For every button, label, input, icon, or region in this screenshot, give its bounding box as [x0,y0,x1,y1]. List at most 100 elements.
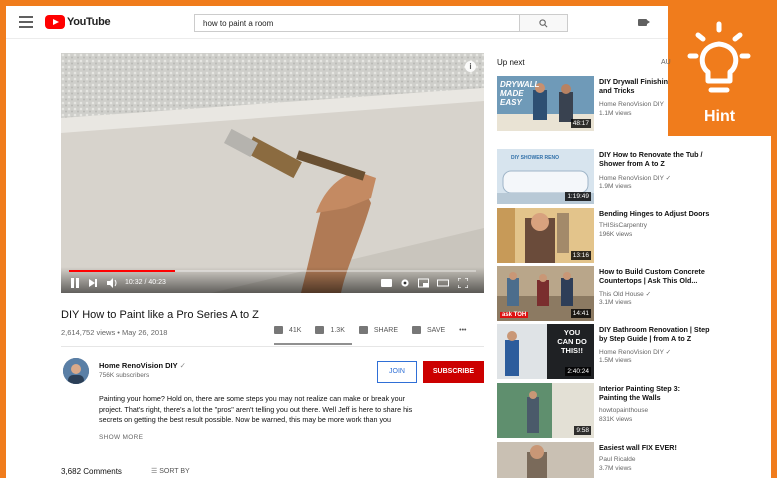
show-more-button[interactable]: SHOW MORE [99,434,143,441]
recommended-views: 3.1M views [599,299,632,306]
video-thumbnail[interactable]: 13:16 [497,208,594,263]
video-thumbnail[interactable]: 9:58 [497,383,594,438]
recommended-channel: THISisCarpentry [599,222,648,229]
search-button[interactable] [520,14,568,32]
save-button[interactable]: SAVE [412,326,445,334]
sort-by-button[interactable]: ☰ SORT BY [151,467,190,475]
description-line: Painting your home? Hold on, there are s… [99,394,406,403]
title-line: Countertops | Ask This Old... [599,276,698,285]
progress-bar[interactable] [69,270,476,272]
recommended-video[interactable]: 9:58 Interior Painting Step 3: Painting t… [497,383,767,441]
recommended-channel: Paul Ricalde [599,456,636,463]
title-line: Shower from A to Z [599,159,665,168]
theater-mode-icon[interactable] [437,278,449,288]
channel-name[interactable]: Home RenoVision DIY ✓ [99,361,186,370]
video-duration: 1:19:49 [565,192,591,201]
recommended-title[interactable]: Bending Hinges to Adjust Doors [599,209,719,218]
title-line: Bending Hinges to Adjust Doors [599,209,710,218]
dislike-button[interactable]: 1.3K [315,326,345,334]
menu-icon[interactable] [19,16,33,28]
recommended-video[interactable]: ask TOH 14:41 How to Build Custom Concre… [497,266,767,324]
verified-icon: ✓ [179,361,186,370]
miniplayer-icon[interactable] [418,278,429,288]
recommended-title[interactable]: DIY Drywall Finishin and Tricks [599,77,719,95]
title-line: DIY Drywall Finishin [599,77,668,86]
youtube-logo[interactable]: YouTube [45,15,111,29]
search-icon [539,19,548,28]
recommended-video[interactable]: DIY SHOWER RENO 1:19:49 DIY How to Renov… [497,149,767,207]
share-button[interactable]: SHARE [358,326,398,334]
recommended-views: 1.1M views [599,110,632,117]
gear-icon[interactable] [400,278,410,288]
video-duration: 2:40:24 [565,367,591,376]
thumbnail-text: CAN DO [557,337,587,346]
thumbnail-text: YOU [563,328,581,337]
thumbnail-text: THIS!! [560,346,584,355]
next-icon[interactable] [89,278,98,288]
video-thumbnail[interactable]: DRYWALL MADE EASY 48:17 [497,76,594,131]
share-icon [358,326,368,334]
video-thumbnail[interactable]: YOU CAN DO THIS!! 2:40:24 [497,324,594,379]
captions-icon[interactable] [381,278,392,288]
join-button[interactable]: JOIN [377,361,417,383]
recommended-title[interactable]: Easiest wall FIX EVER! [599,443,719,452]
video-thumbnail[interactable] [497,442,594,478]
video-title: DIY How to Paint like a Pro Series A to … [61,309,259,321]
video-thumbnail[interactable]: DIY SHOWER RENO 1:19:49 [497,149,594,204]
video-thumbnail[interactable]: ask TOH 14:41 [497,266,594,321]
video-duration: 48:17 [570,119,591,128]
title-line: DIY How to Renovate the Tub / [599,150,703,159]
recommended-title[interactable]: Interior Painting Step 3: Painting the Wa… [599,384,719,402]
sort-icon: ☰ [151,468,160,475]
title-line: Easiest wall FIX EVER! [599,443,677,452]
recommended-video[interactable]: 13:16 Bending Hinges to Adjust Doors THI… [497,208,767,266]
recommended-views: 3.7M views [599,465,632,472]
thumbnail-text: MADE [500,89,524,98]
recommended-video[interactable]: DRYWALL MADE EASY 48:17 DIY Drywall Fini… [497,76,767,134]
video-duration: 9:58 [574,426,591,435]
divider [61,346,484,347]
fullscreen-icon[interactable] [458,278,468,288]
thumbnail-text: EASY [500,98,522,107]
recommended-video[interactable]: YOU CAN DO THIS!! 2:40:24 DIY Bathroom R… [497,324,767,382]
thumbnail-text: DIY SHOWER RENO [511,155,559,161]
title-line: Painting the Walls [599,393,661,402]
description-line: project. That's right, there's a lot the… [99,404,413,414]
recommended-channel: Home RenoVision DIY [599,101,664,108]
description-line: secrets on getting the best result possi… [99,415,392,424]
video-player[interactable]: i 10:32 / 40:23 [61,53,484,293]
channel-avatar[interactable] [63,358,89,384]
recommended-video[interactable]: Easiest wall FIX EVER! Paul Ricalde 3.7M… [497,442,767,478]
recommended-title[interactable]: DIY How to Renovate the Tub / Shower from… [599,150,719,168]
share-label: SHARE [373,326,398,334]
recommended-views: 831K views [599,416,633,423]
title-line: How to Build Custom Concrete [599,267,705,276]
recommended-title[interactable]: How to Build Custom Concrete Countertops … [599,267,719,285]
recommended-channel: Home RenoVision DIY ✓ [599,175,672,182]
video-frame [61,53,484,293]
pause-icon[interactable] [71,278,80,288]
volume-icon[interactable] [107,278,118,288]
player-controls: 10:32 / 40:23 [61,267,484,293]
youtube-page: YouTube how to paint a room Hint i 10:32… [6,6,771,478]
logo-text: YouTube [67,16,111,28]
title-line: and Tricks [599,86,635,95]
like-button[interactable]: 41K [274,326,301,334]
video-meta: 2,614,752 views • May 26, 2018 [61,328,168,337]
more-actions-button[interactable]: ••• [459,327,466,334]
recommended-title[interactable]: DIY Bathroom Renovation | Step by Step Gu… [599,325,719,343]
top-bar: YouTube how to paint a room [6,6,771,39]
youtube-play-icon [45,15,65,29]
recommended-views: 1.5M views [599,357,632,364]
video-duration: 14:41 [570,309,591,318]
search-input[interactable]: how to paint a room [194,14,520,32]
subscribe-button[interactable]: SUBSCRIBE [423,361,484,383]
thumbs-down-icon [315,326,325,334]
comment-count: 3,682 Comments [61,467,122,476]
progress-played [69,270,175,272]
playlist-add-icon [412,326,421,334]
info-icon[interactable]: i [465,61,476,72]
create-video-icon[interactable] [638,19,650,26]
thumbnail-text: ask TOH [500,312,529,318]
video-duration: 13:16 [570,251,591,260]
